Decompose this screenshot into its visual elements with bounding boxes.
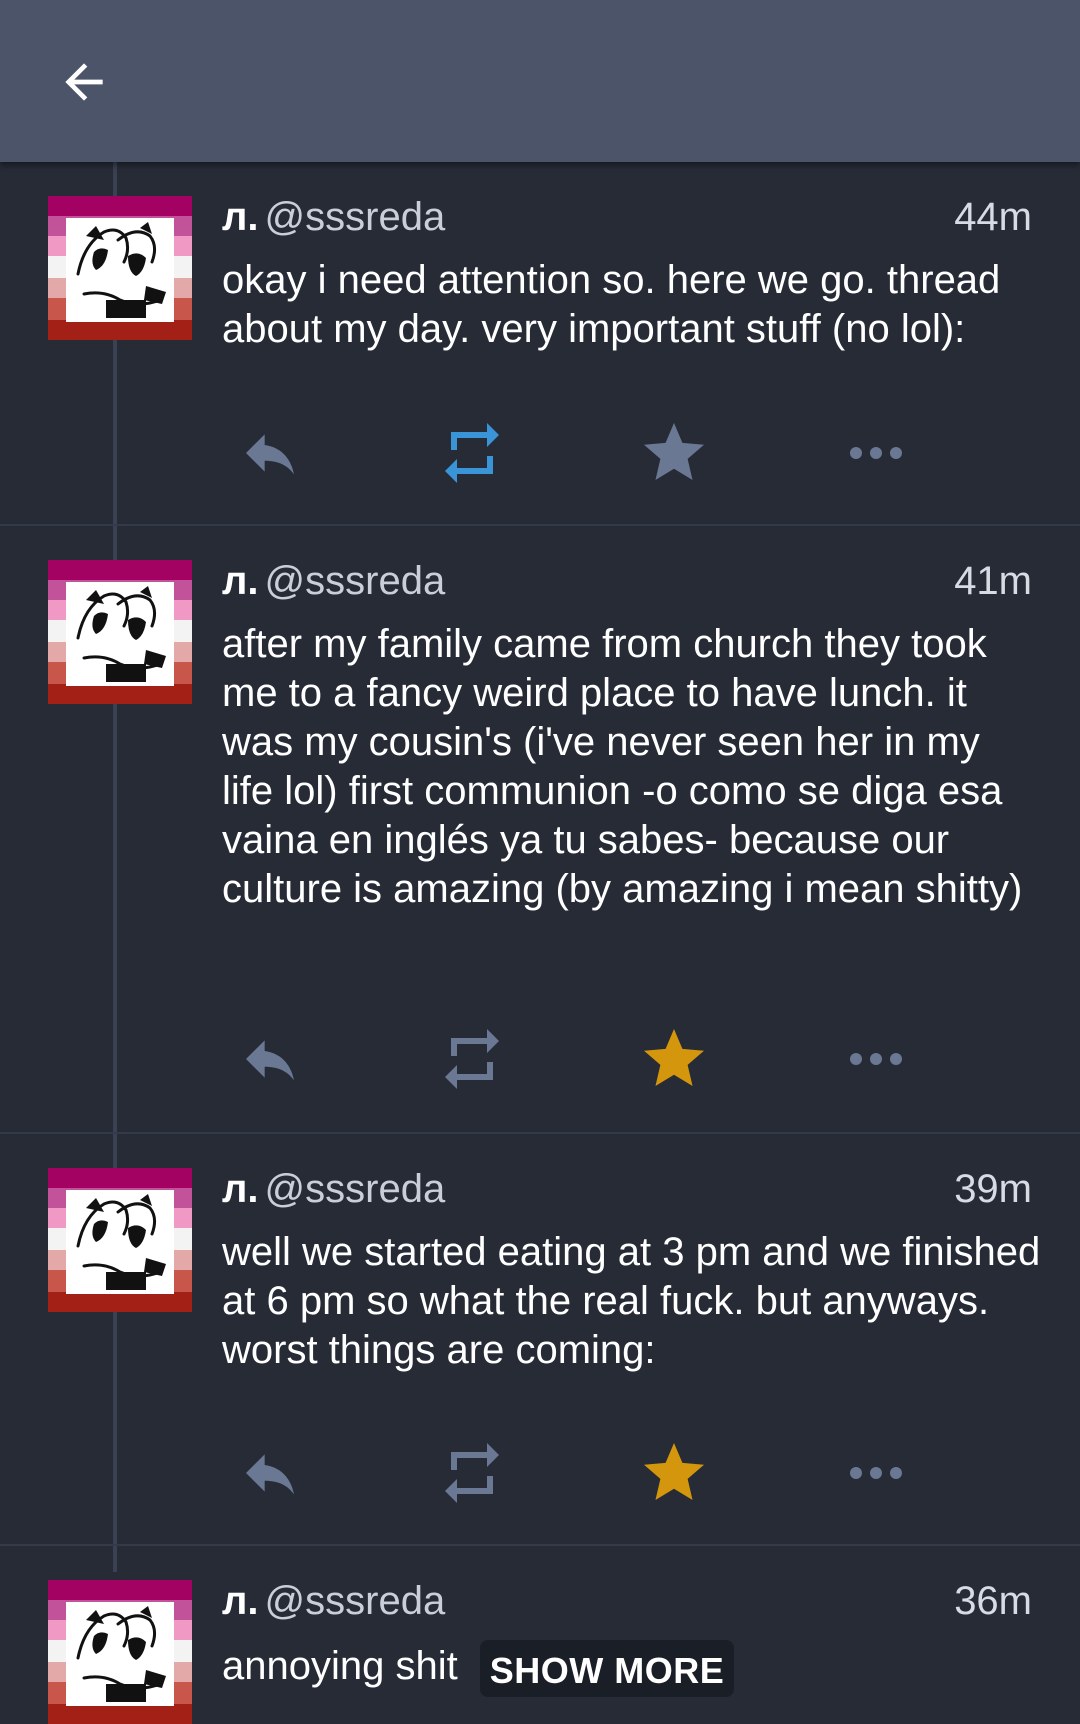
tweet[interactable]: л. @sssreda 41m after my family came from… xyxy=(0,526,1080,1134)
avatar[interactable] xyxy=(48,1168,192,1312)
tweet-text: well we started eating at 3 pm and we fi… xyxy=(222,1230,1041,1372)
user-handle[interactable]: @sssreda xyxy=(265,195,446,239)
reply-button[interactable] xyxy=(230,1433,310,1513)
display-name[interactable]: л. xyxy=(222,195,259,239)
top-app-bar xyxy=(0,0,1080,162)
timestamp: 41m xyxy=(954,559,1032,603)
favorite-button[interactable] xyxy=(634,1433,714,1513)
tweet-header: л. @sssreda 44m xyxy=(222,192,1032,242)
retweet-icon xyxy=(445,1029,499,1089)
back-button[interactable] xyxy=(48,46,120,118)
user-handle[interactable]: @sssreda xyxy=(265,1579,446,1623)
more-dots-icon xyxy=(850,447,902,459)
more-options-button[interactable] xyxy=(836,1019,916,1099)
favorite-button[interactable] xyxy=(634,413,714,493)
tweet-actions xyxy=(222,1433,1042,1513)
retweet-icon xyxy=(445,423,499,483)
retweet-icon xyxy=(445,1443,499,1503)
more-dots-icon xyxy=(850,1467,902,1479)
star-icon xyxy=(644,1443,704,1500)
more-dots-icon xyxy=(850,1053,902,1065)
tweet-header: л. @sssreda 39m xyxy=(222,1164,1032,1214)
tweet-actions xyxy=(222,1019,1042,1099)
avatar[interactable] xyxy=(48,560,192,704)
display-name[interactable]: л. xyxy=(222,1167,259,1211)
user-handle[interactable]: @sssreda xyxy=(265,1167,446,1211)
display-name[interactable]: л. xyxy=(222,559,259,603)
tweet-header: л. @sssreda 41m xyxy=(222,556,1032,606)
timestamp: 39m xyxy=(954,1167,1032,1211)
timestamp: 44m xyxy=(954,195,1032,239)
retweet-button[interactable] xyxy=(432,1019,512,1099)
tweet[interactable]: л. @sssreda 44m okay i need attention so.… xyxy=(0,162,1080,526)
more-options-button[interactable] xyxy=(836,1433,916,1513)
retweet-button[interactable] xyxy=(432,1433,512,1513)
timestamp: 36m xyxy=(954,1579,1032,1623)
display-name[interactable]: л. xyxy=(222,1579,259,1623)
tweet-text: after my family came from church they to… xyxy=(222,622,1023,911)
avatar[interactable] xyxy=(48,196,192,340)
tweet-text: annoying shit xyxy=(222,1644,458,1689)
reply-icon xyxy=(246,1040,294,1081)
favorite-button[interactable] xyxy=(634,1019,714,1099)
more-options-button[interactable] xyxy=(836,413,916,493)
tweet[interactable]: л. @sssreda 36m annoying shit SHOW MORE xyxy=(0,1546,1080,1699)
star-icon xyxy=(644,1029,704,1086)
tweet[interactable]: л. @sssreda 39m well we started eating at… xyxy=(0,1134,1080,1546)
user-handle[interactable]: @sssreda xyxy=(265,559,446,603)
tweet-actions xyxy=(222,413,1042,493)
retweet-button[interactable] xyxy=(432,413,512,493)
reply-icon xyxy=(246,434,294,475)
star-icon xyxy=(644,423,704,480)
arrow-left-icon xyxy=(65,63,103,101)
show-more-button[interactable]: SHOW MORE xyxy=(479,1640,735,1697)
reply-button[interactable] xyxy=(230,1019,310,1099)
reply-button[interactable] xyxy=(230,413,310,493)
tweet-text-row: annoying shit SHOW MORE xyxy=(222,1640,1042,1697)
tweet-text: okay i need attention so. here we go. th… xyxy=(222,258,1001,351)
tweet-header: л. @sssreda 36m xyxy=(222,1576,1032,1626)
reply-icon xyxy=(246,1454,294,1495)
avatar[interactable] xyxy=(48,1580,192,1724)
